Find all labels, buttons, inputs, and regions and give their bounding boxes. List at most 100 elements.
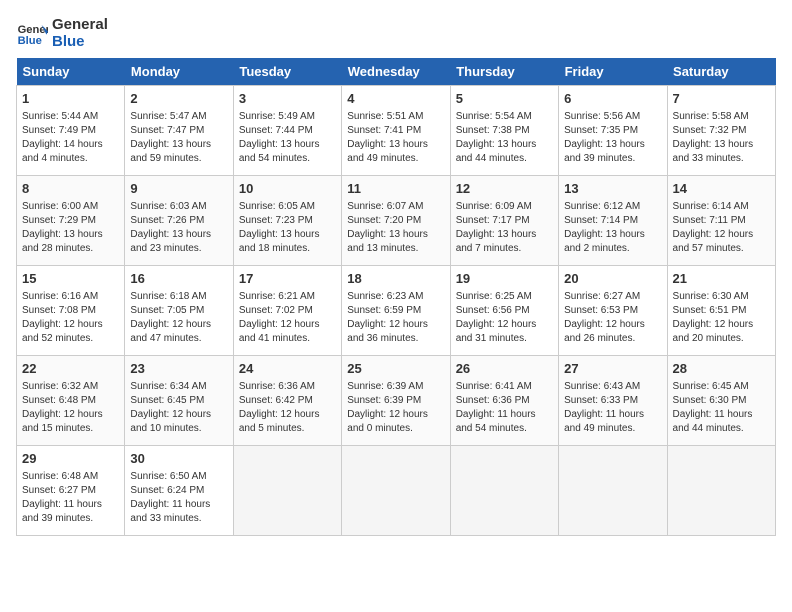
day-info: Sunrise: 6:07 AM Sunset: 7:20 PM Dayligh… [347, 200, 444, 256]
calendar-cell [342, 446, 450, 536]
weekday-header-thursday: Thursday [450, 58, 558, 86]
calendar-table: SundayMondayTuesdayWednesdayThursdayFrid… [16, 58, 776, 536]
calendar-cell: 13Sunrise: 6:12 AM Sunset: 7:14 PM Dayli… [559, 176, 667, 266]
day-number: 5 [456, 90, 553, 108]
day-number: 19 [456, 270, 553, 288]
calendar-cell: 25 Sunrise: 6:39 AM Sunset: 6:39 PM Dayli… [342, 356, 450, 446]
calendar-cell: 29 Sunrise: 6:48 AM Sunset: 6:27 PM Dayli… [17, 446, 125, 536]
calendar-cell: 19 Sunrise: 6:25 AM Sunset: 6:56 PM Dayli… [450, 266, 558, 356]
calendar-cell: 30Sunrise: 6:50 AM Sunset: 6:24 PM Dayli… [125, 446, 233, 536]
day-info: Sunrise: 6:14 AM Sunset: 7:11 PM Dayligh… [673, 200, 770, 256]
day-number: 17 [239, 270, 336, 288]
calendar-cell: 7 Sunrise: 5:58 AM Sunset: 7:32 PM Daylig… [667, 86, 775, 176]
day-number: 4 [347, 90, 444, 108]
calendar-cell: 1Sunrise: 5:44 AM Sunset: 7:49 PM Daylig… [17, 86, 125, 176]
day-info: Sunrise: 5:49 AM Sunset: 7:44 PM Dayligh… [239, 110, 336, 166]
day-number: 25 [347, 360, 444, 378]
calendar-week-2: 8 Sunrise: 6:00 AM Sunset: 7:29 PM Daylig… [17, 176, 776, 266]
day-info: Sunrise: 5:58 AM Sunset: 7:32 PM Dayligh… [673, 110, 770, 166]
weekday-header-saturday: Saturday [667, 58, 775, 86]
calendar-cell [233, 446, 341, 536]
day-info: Sunrise: 6:05 AM Sunset: 7:23 PM Dayligh… [239, 200, 336, 256]
day-info: Sunrise: 6:41 AM Sunset: 6:36 PM Dayligh… [456, 380, 553, 436]
day-info: Sunrise: 6:43 AM Sunset: 6:33 PM Dayligh… [564, 380, 661, 436]
calendar-cell: 21 Sunrise: 6:30 AM Sunset: 6:51 PM Dayli… [667, 266, 775, 356]
weekday-header-friday: Friday [559, 58, 667, 86]
weekday-header-tuesday: Tuesday [233, 58, 341, 86]
svg-text:Blue: Blue [18, 35, 42, 47]
calendar-cell: 2 Sunrise: 5:47 AM Sunset: 7:47 PM Daylig… [125, 86, 233, 176]
day-info: Sunrise: 6:25 AM Sunset: 6:56 PM Dayligh… [456, 290, 553, 346]
day-number: 7 [673, 90, 770, 108]
calendar-week-1: 1Sunrise: 5:44 AM Sunset: 7:49 PM Daylig… [17, 86, 776, 176]
day-info: Sunrise: 5:47 AM Sunset: 7:47 PM Dayligh… [130, 110, 227, 166]
calendar-cell [450, 446, 558, 536]
calendar-cell: 9 Sunrise: 6:03 AM Sunset: 7:26 PM Daylig… [125, 176, 233, 266]
logo-blue: Blue [52, 33, 108, 50]
calendar-cell: 4Sunrise: 5:51 AM Sunset: 7:41 PM Daylig… [342, 86, 450, 176]
calendar-cell: 5 Sunrise: 5:54 AM Sunset: 7:38 PM Daylig… [450, 86, 558, 176]
svg-text:General: General [18, 24, 48, 36]
day-info: Sunrise: 6:27 AM Sunset: 6:53 PM Dayligh… [564, 290, 661, 346]
day-number: 3 [239, 90, 336, 108]
calendar-cell: 23 Sunrise: 6:34 AM Sunset: 6:45 PM Dayli… [125, 356, 233, 446]
day-info: Sunrise: 6:09 AM Sunset: 7:17 PM Dayligh… [456, 200, 553, 256]
calendar-cell [559, 446, 667, 536]
calendar-week-5: 29 Sunrise: 6:48 AM Sunset: 6:27 PM Dayli… [17, 446, 776, 536]
day-number: 20 [564, 270, 661, 288]
day-info: Sunrise: 6:45 AM Sunset: 6:30 PM Dayligh… [673, 380, 770, 436]
day-info: Sunrise: 6:48 AM Sunset: 6:27 PM Dayligh… [22, 470, 119, 526]
day-info: Sunrise: 6:23 AM Sunset: 6:59 PM Dayligh… [347, 290, 444, 346]
day-number: 8 [22, 180, 119, 198]
day-info: Sunrise: 6:21 AM Sunset: 7:02 PM Dayligh… [239, 290, 336, 346]
day-info: Sunrise: 6:03 AM Sunset: 7:26 PM Dayligh… [130, 200, 227, 256]
logo-icon: General Blue [16, 17, 48, 49]
weekday-header-monday: Monday [125, 58, 233, 86]
day-number: 22 [22, 360, 119, 378]
calendar-week-3: 15 Sunrise: 6:16 AM Sunset: 7:08 PM Dayli… [17, 266, 776, 356]
calendar-cell: 3 Sunrise: 5:49 AM Sunset: 7:44 PM Daylig… [233, 86, 341, 176]
calendar-cell: 14 Sunrise: 6:14 AM Sunset: 7:11 PM Dayli… [667, 176, 775, 266]
header: General Blue General Blue [16, 16, 776, 50]
day-info: Sunrise: 6:34 AM Sunset: 6:45 PM Dayligh… [130, 380, 227, 436]
calendar-cell: 24Sunrise: 6:36 AM Sunset: 6:42 PM Dayli… [233, 356, 341, 446]
day-info: Sunrise: 6:39 AM Sunset: 6:39 PM Dayligh… [347, 380, 444, 436]
day-number: 28 [673, 360, 770, 378]
day-info: Sunrise: 6:00 AM Sunset: 7:29 PM Dayligh… [22, 200, 119, 256]
weekday-header-wednesday: Wednesday [342, 58, 450, 86]
day-number: 30 [130, 450, 227, 468]
day-number: 12 [456, 180, 553, 198]
calendar-cell: 20 Sunrise: 6:27 AM Sunset: 6:53 PM Dayli… [559, 266, 667, 356]
day-number: 21 [673, 270, 770, 288]
day-info: Sunrise: 6:16 AM Sunset: 7:08 PM Dayligh… [22, 290, 119, 346]
day-number: 27 [564, 360, 661, 378]
day-info: Sunrise: 6:18 AM Sunset: 7:05 PM Dayligh… [130, 290, 227, 346]
day-number: 23 [130, 360, 227, 378]
calendar-cell: 17 Sunrise: 6:21 AM Sunset: 7:02 PM Dayli… [233, 266, 341, 356]
logo: General Blue General Blue [16, 16, 108, 50]
day-number: 6 [564, 90, 661, 108]
calendar-cell: 18Sunrise: 6:23 AM Sunset: 6:59 PM Dayli… [342, 266, 450, 356]
day-number: 2 [130, 90, 227, 108]
calendar-cell: 26Sunrise: 6:41 AM Sunset: 6:36 PM Dayli… [450, 356, 558, 446]
calendar-cell [667, 446, 775, 536]
calendar-cell: 12 Sunrise: 6:09 AM Sunset: 7:17 PM Dayli… [450, 176, 558, 266]
calendar-cell: 15 Sunrise: 6:16 AM Sunset: 7:08 PM Dayli… [17, 266, 125, 356]
day-number: 9 [130, 180, 227, 198]
day-info: Sunrise: 5:54 AM Sunset: 7:38 PM Dayligh… [456, 110, 553, 166]
day-number: 15 [22, 270, 119, 288]
day-info: Sunrise: 5:56 AM Sunset: 7:35 PM Dayligh… [564, 110, 661, 166]
day-info: Sunrise: 6:12 AM Sunset: 7:14 PM Dayligh… [564, 200, 661, 256]
calendar-cell: 8 Sunrise: 6:00 AM Sunset: 7:29 PM Daylig… [17, 176, 125, 266]
day-info: Sunrise: 6:36 AM Sunset: 6:42 PM Dayligh… [239, 380, 336, 436]
day-number: 29 [22, 450, 119, 468]
day-number: 16 [130, 270, 227, 288]
logo-general: General [52, 16, 108, 33]
calendar-cell: 10Sunrise: 6:05 AM Sunset: 7:23 PM Dayli… [233, 176, 341, 266]
calendar-cell: 6 Sunrise: 5:56 AM Sunset: 7:35 PM Daylig… [559, 86, 667, 176]
day-info: Sunrise: 5:44 AM Sunset: 7:49 PM Dayligh… [22, 110, 119, 166]
day-info: Sunrise: 6:32 AM Sunset: 6:48 PM Dayligh… [22, 380, 119, 436]
day-info: Sunrise: 6:30 AM Sunset: 6:51 PM Dayligh… [673, 290, 770, 346]
calendar-week-4: 22 Sunrise: 6:32 AM Sunset: 6:48 PM Dayli… [17, 356, 776, 446]
day-number: 14 [673, 180, 770, 198]
